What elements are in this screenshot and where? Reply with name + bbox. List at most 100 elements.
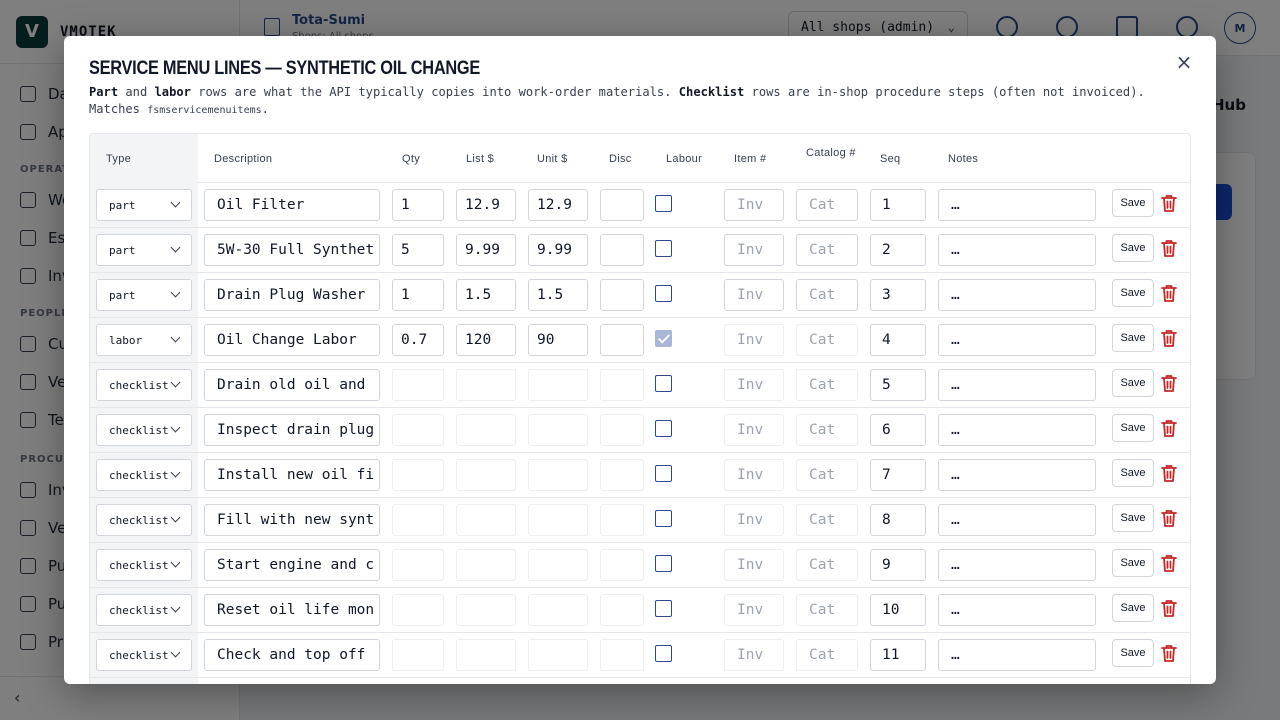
- save-button[interactable]: Save: [1112, 234, 1154, 262]
- type-select[interactable]: part: [96, 234, 192, 266]
- unit-price-input[interactable]: 1.5: [528, 279, 588, 311]
- list-price-input[interactable]: 9.99: [456, 234, 516, 266]
- catalog-number-input[interactable]: Cat: [796, 459, 858, 491]
- description-input[interactable]: Install new oil fi: [204, 459, 380, 491]
- discount-input[interactable]: [600, 324, 644, 356]
- trash-icon[interactable]: [1161, 599, 1177, 617]
- type-select[interactable]: part: [96, 189, 192, 221]
- discount-input[interactable]: [600, 369, 644, 401]
- list-price-input[interactable]: [456, 369, 516, 401]
- description-input[interactable]: Start engine and c: [204, 549, 380, 581]
- type-select[interactable]: checklist: [96, 504, 192, 536]
- catalog-number-input[interactable]: Cat: [796, 639, 858, 671]
- type-select[interactable]: checklist: [96, 369, 192, 401]
- catalog-number-input[interactable]: Cat: [796, 234, 858, 266]
- labour-checkbox[interactable]: [655, 375, 672, 392]
- seq-input[interactable]: 11: [870, 639, 926, 671]
- unit-price-input[interactable]: [528, 369, 588, 401]
- seq-input[interactable]: 5: [870, 369, 926, 401]
- item-number-input[interactable]: Inv: [724, 279, 784, 311]
- save-button[interactable]: Save: [1112, 414, 1154, 442]
- description-input[interactable]: Oil Change Labor: [204, 324, 380, 356]
- save-button[interactable]: Save: [1112, 639, 1154, 667]
- list-price-input[interactable]: [456, 549, 516, 581]
- seq-input[interactable]: 10: [870, 594, 926, 626]
- unit-price-input[interactable]: [528, 639, 588, 671]
- notes-input[interactable]: …: [938, 279, 1096, 311]
- qty-input[interactable]: 5: [392, 234, 444, 266]
- list-price-input[interactable]: [456, 414, 516, 446]
- seq-input[interactable]: 3: [870, 279, 926, 311]
- discount-input[interactable]: [600, 594, 644, 626]
- notes-input[interactable]: …: [938, 234, 1096, 266]
- qty-input[interactable]: [392, 414, 444, 446]
- labour-checkbox[interactable]: [655, 285, 672, 302]
- description-input[interactable]: Inspect drain plug: [204, 414, 380, 446]
- seq-input[interactable]: 4: [870, 324, 926, 356]
- list-price-input[interactable]: 1.5: [456, 279, 516, 311]
- type-select[interactable]: checklist: [96, 639, 192, 671]
- trash-icon[interactable]: [1161, 554, 1177, 572]
- trash-icon[interactable]: [1161, 329, 1177, 347]
- item-number-input[interactable]: Inv: [724, 324, 784, 356]
- description-input[interactable]: Drain old oil and: [204, 369, 380, 401]
- item-number-input[interactable]: Inv: [724, 414, 784, 446]
- save-button[interactable]: Save: [1112, 549, 1154, 577]
- labour-checkbox[interactable]: [655, 240, 672, 257]
- catalog-number-input[interactable]: Cat: [796, 549, 858, 581]
- unit-price-input[interactable]: 9.99: [528, 234, 588, 266]
- catalog-number-input[interactable]: Cat: [796, 279, 858, 311]
- qty-input[interactable]: [392, 549, 444, 581]
- notes-input[interactable]: …: [938, 549, 1096, 581]
- item-number-input[interactable]: Inv: [724, 504, 784, 536]
- qty-input[interactable]: 1: [392, 189, 444, 221]
- trash-icon[interactable]: [1161, 509, 1177, 527]
- qty-input[interactable]: [392, 504, 444, 536]
- type-select[interactable]: labor: [96, 324, 192, 356]
- trash-icon[interactable]: [1161, 374, 1177, 392]
- list-price-input[interactable]: [456, 459, 516, 491]
- item-number-input[interactable]: Inv: [724, 369, 784, 401]
- catalog-number-input[interactable]: Cat: [796, 189, 858, 221]
- item-number-input[interactable]: Inv: [724, 549, 784, 581]
- trash-icon[interactable]: [1161, 419, 1177, 437]
- item-number-input[interactable]: Inv: [724, 189, 784, 221]
- list-price-input[interactable]: 120: [456, 324, 516, 356]
- qty-input[interactable]: [392, 369, 444, 401]
- save-button[interactable]: Save: [1112, 594, 1154, 622]
- labour-checkbox[interactable]: [655, 330, 672, 347]
- qty-input[interactable]: 1: [392, 279, 444, 311]
- discount-input[interactable]: [600, 234, 644, 266]
- seq-input[interactable]: 6: [870, 414, 926, 446]
- labour-checkbox[interactable]: [655, 465, 672, 482]
- list-price-input[interactable]: [456, 504, 516, 536]
- seq-input[interactable]: 1: [870, 189, 926, 221]
- item-number-input[interactable]: Inv: [724, 459, 784, 491]
- labour-checkbox[interactable]: [655, 195, 672, 212]
- trash-icon[interactable]: [1161, 284, 1177, 302]
- labour-checkbox[interactable]: [655, 555, 672, 572]
- save-button[interactable]: Save: [1112, 369, 1154, 397]
- catalog-number-input[interactable]: Cat: [796, 504, 858, 536]
- save-button[interactable]: Save: [1112, 504, 1154, 532]
- type-select[interactable]: checklist: [96, 549, 192, 581]
- qty-input[interactable]: [392, 459, 444, 491]
- discount-input[interactable]: [600, 414, 644, 446]
- description-input[interactable]: Fill with new synt: [204, 504, 380, 536]
- description-input[interactable]: 5W-30 Full Synthet: [204, 234, 380, 266]
- unit-price-input[interactable]: [528, 459, 588, 491]
- labour-checkbox[interactable]: [655, 645, 672, 662]
- discount-input[interactable]: [600, 639, 644, 671]
- discount-input[interactable]: [600, 504, 644, 536]
- unit-price-input[interactable]: [528, 414, 588, 446]
- notes-input[interactable]: …: [938, 369, 1096, 401]
- discount-input[interactable]: [600, 189, 644, 221]
- trash-icon[interactable]: [1161, 194, 1177, 212]
- notes-input[interactable]: …: [938, 324, 1096, 356]
- notes-input[interactable]: …: [938, 639, 1096, 671]
- trash-icon[interactable]: [1161, 644, 1177, 662]
- catalog-number-input[interactable]: Cat: [796, 594, 858, 626]
- catalog-number-input[interactable]: Cat: [796, 324, 858, 356]
- discount-input[interactable]: [600, 549, 644, 581]
- labour-checkbox[interactable]: [655, 510, 672, 527]
